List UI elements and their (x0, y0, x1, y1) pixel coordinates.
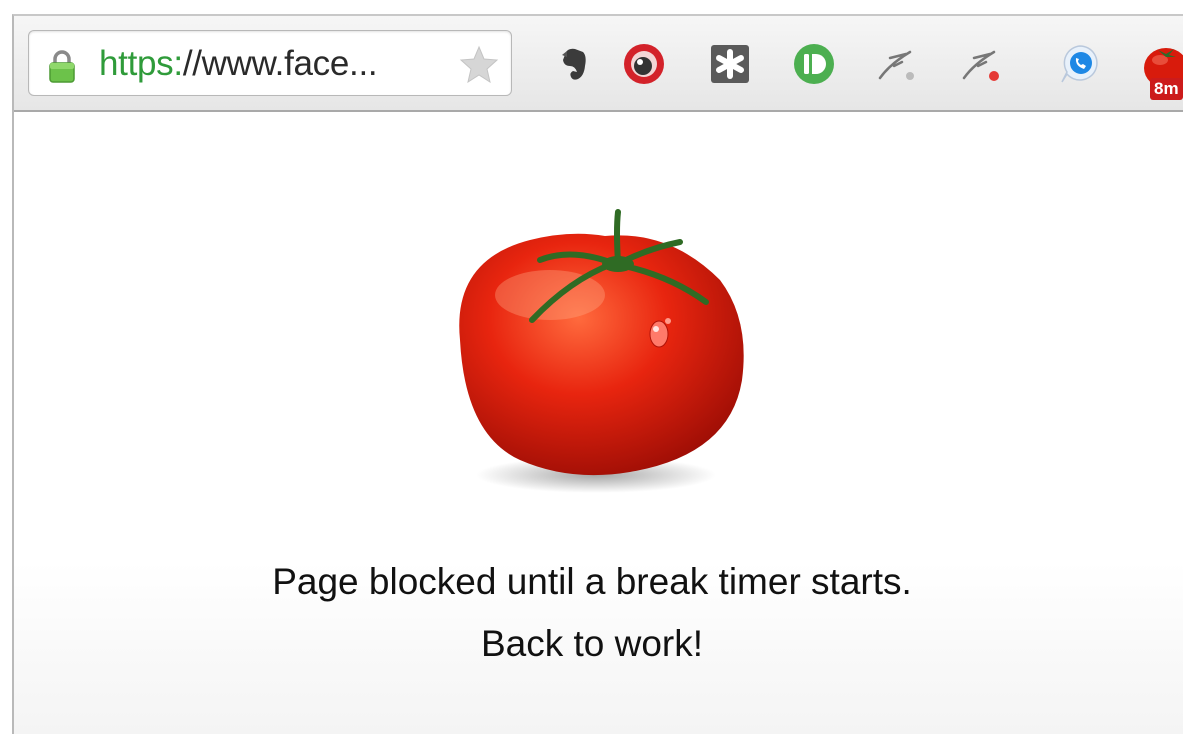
url-rest: //www.face... (182, 44, 378, 83)
browser-toolbar: https://www.face... 8m (14, 16, 1183, 112)
browser-window: https://www.face... 8m Page blocked unti… (12, 14, 1183, 734)
skype-icon[interactable] (1058, 42, 1102, 86)
blocked-message: Page blocked until a break timer starts. (272, 561, 912, 602)
feather-icon[interactable] (876, 42, 920, 86)
feather-red-icon[interactable] (960, 42, 1004, 86)
url-scheme: https: (99, 44, 183, 83)
bookmark-star-icon[interactable] (459, 45, 499, 83)
blocked-page: Page blocked until a break timer starts.… (14, 112, 1183, 734)
evernote-icon[interactable] (552, 42, 596, 86)
record-icon[interactable] (622, 42, 666, 86)
url-text: https://www.face... (99, 44, 378, 83)
lock-icon (49, 50, 75, 83)
timer-badge: 8m (1150, 78, 1183, 100)
pushbullet-icon[interactable] (792, 42, 836, 86)
asterisk-icon[interactable] (708, 42, 752, 86)
tomato-icon (459, 209, 744, 493)
back-to-work-message: Back to work! (480, 623, 704, 664)
address-bar[interactable]: https://www.face... (28, 30, 512, 96)
